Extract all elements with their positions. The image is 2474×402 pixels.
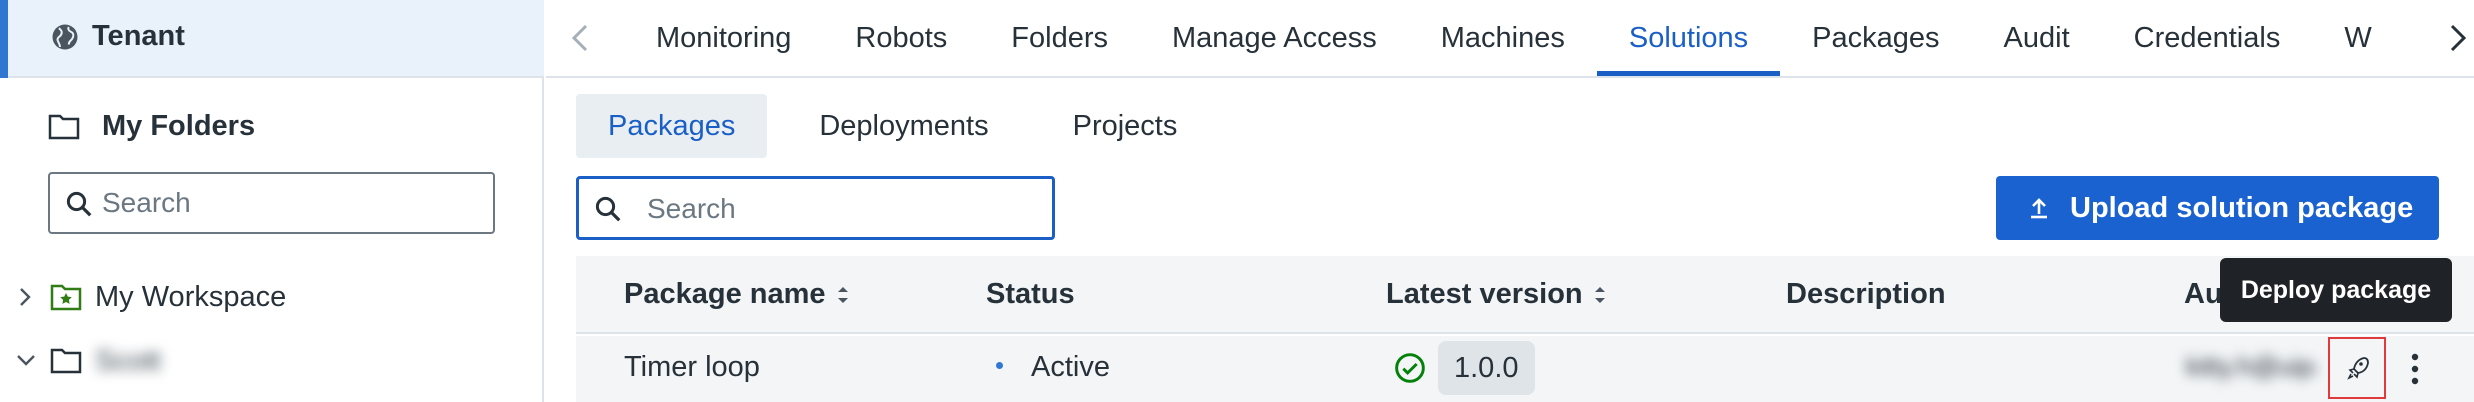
sort-icon[interactable] (836, 284, 850, 306)
globe-icon (52, 24, 78, 50)
tab-packages[interactable]: Packages (1780, 0, 1971, 76)
nav-tab-list: Monitoring Robots Folders Manage Access … (624, 0, 2372, 76)
status-dot-icon (996, 361, 1003, 369)
column-header-description: Description (1786, 278, 1946, 311)
column-header-label: Description (1786, 278, 1946, 310)
column-header-author: Au (2184, 278, 2223, 311)
subtab-deployments[interactable]: Deployments (787, 94, 1020, 158)
solutions-subtabs: Packages Deployments Projects (576, 94, 1229, 158)
tenant-row[interactable]: Tenant (0, 0, 544, 78)
top-navigation: Monitoring Robots Folders Manage Access … (546, 0, 2474, 78)
column-header-latest-version[interactable]: Latest version (1386, 278, 1607, 311)
table-row[interactable]: Timer loop Active 1.0.0 kitty.h@uipath.c… (576, 336, 2474, 402)
tab-credentials[interactable]: Credentials (2102, 0, 2313, 76)
selection-indicator (0, 0, 8, 78)
deploy-package-tooltip: Deploy package (2220, 258, 2452, 322)
upload-icon (2031, 198, 2047, 219)
chevron-left-icon[interactable] (564, 20, 598, 56)
package-name-cell: Timer loop (624, 351, 760, 383)
column-header-label: Status (986, 278, 1075, 310)
tab-truncated[interactable]: W (2312, 0, 2371, 76)
column-header-label: Package name (624, 278, 826, 310)
my-folders-label: My Folders (102, 109, 256, 142)
sort-icon[interactable] (1593, 284, 1607, 306)
tab-solutions[interactable]: Solutions (1596, 0, 1781, 76)
subtab-projects[interactable]: Projects (1041, 94, 1210, 158)
folder-search-input[interactable] (102, 182, 482, 224)
workspace-folder-icon (50, 284, 82, 311)
my-folders-header: My Folders (48, 106, 255, 146)
package-search-box[interactable] (576, 176, 1055, 240)
tab-audit[interactable]: Audit (1972, 0, 2102, 76)
rocket-icon (2347, 357, 2369, 380)
status-cell: Active (996, 351, 1110, 384)
tab-machines[interactable]: Machines (1409, 0, 1597, 76)
tab-folders[interactable]: Folders (979, 0, 1140, 76)
folder-icon (50, 348, 82, 374)
version-badge: 1.0.0 (1438, 341, 1535, 395)
tab-robots[interactable]: Robots (823, 0, 979, 76)
tree-item-label: My Workspace (95, 281, 287, 313)
folder-icon (48, 114, 80, 140)
chevron-down-icon[interactable] (14, 349, 38, 371)
status-text: Active (1031, 351, 1110, 383)
column-header-label: Latest version (1386, 278, 1583, 310)
tree-item-user-folder[interactable]: Scott (0, 336, 544, 386)
upload-solution-package-button[interactable]: Upload solution package (1996, 176, 2439, 240)
table-header: Package name Status Latest version Descr… (576, 256, 2474, 334)
tree-item-my-workspace[interactable]: My Workspace (0, 272, 544, 322)
chevron-right-icon[interactable] (14, 285, 36, 309)
tree-item-label: Scott (95, 345, 162, 377)
column-header-package-name[interactable]: Package name (624, 278, 850, 311)
column-header-label: Au (2184, 278, 2223, 310)
deploy-package-button[interactable] (2328, 337, 2386, 399)
check-circle-icon (1395, 353, 1425, 383)
folder-search-box[interactable] (48, 172, 495, 234)
author-cell: kitty.h@uipath.com (2186, 351, 2316, 381)
folder-panel: Tenant My Folders My Workspace Scott (0, 0, 544, 402)
more-vertical-icon[interactable] (2400, 344, 2430, 394)
search-icon (66, 191, 92, 217)
tenant-label: Tenant (92, 20, 185, 52)
subtab-packages[interactable]: Packages (576, 94, 768, 158)
search-icon (595, 196, 621, 222)
tab-manage-access[interactable]: Manage Access (1140, 0, 1409, 76)
tab-monitoring[interactable]: Monitoring (624, 0, 823, 76)
package-search-input[interactable] (647, 188, 1037, 230)
column-header-status: Status (986, 278, 1075, 311)
upload-button-label: Upload solution package (2070, 191, 2414, 224)
chevron-right-icon[interactable] (2440, 20, 2474, 56)
